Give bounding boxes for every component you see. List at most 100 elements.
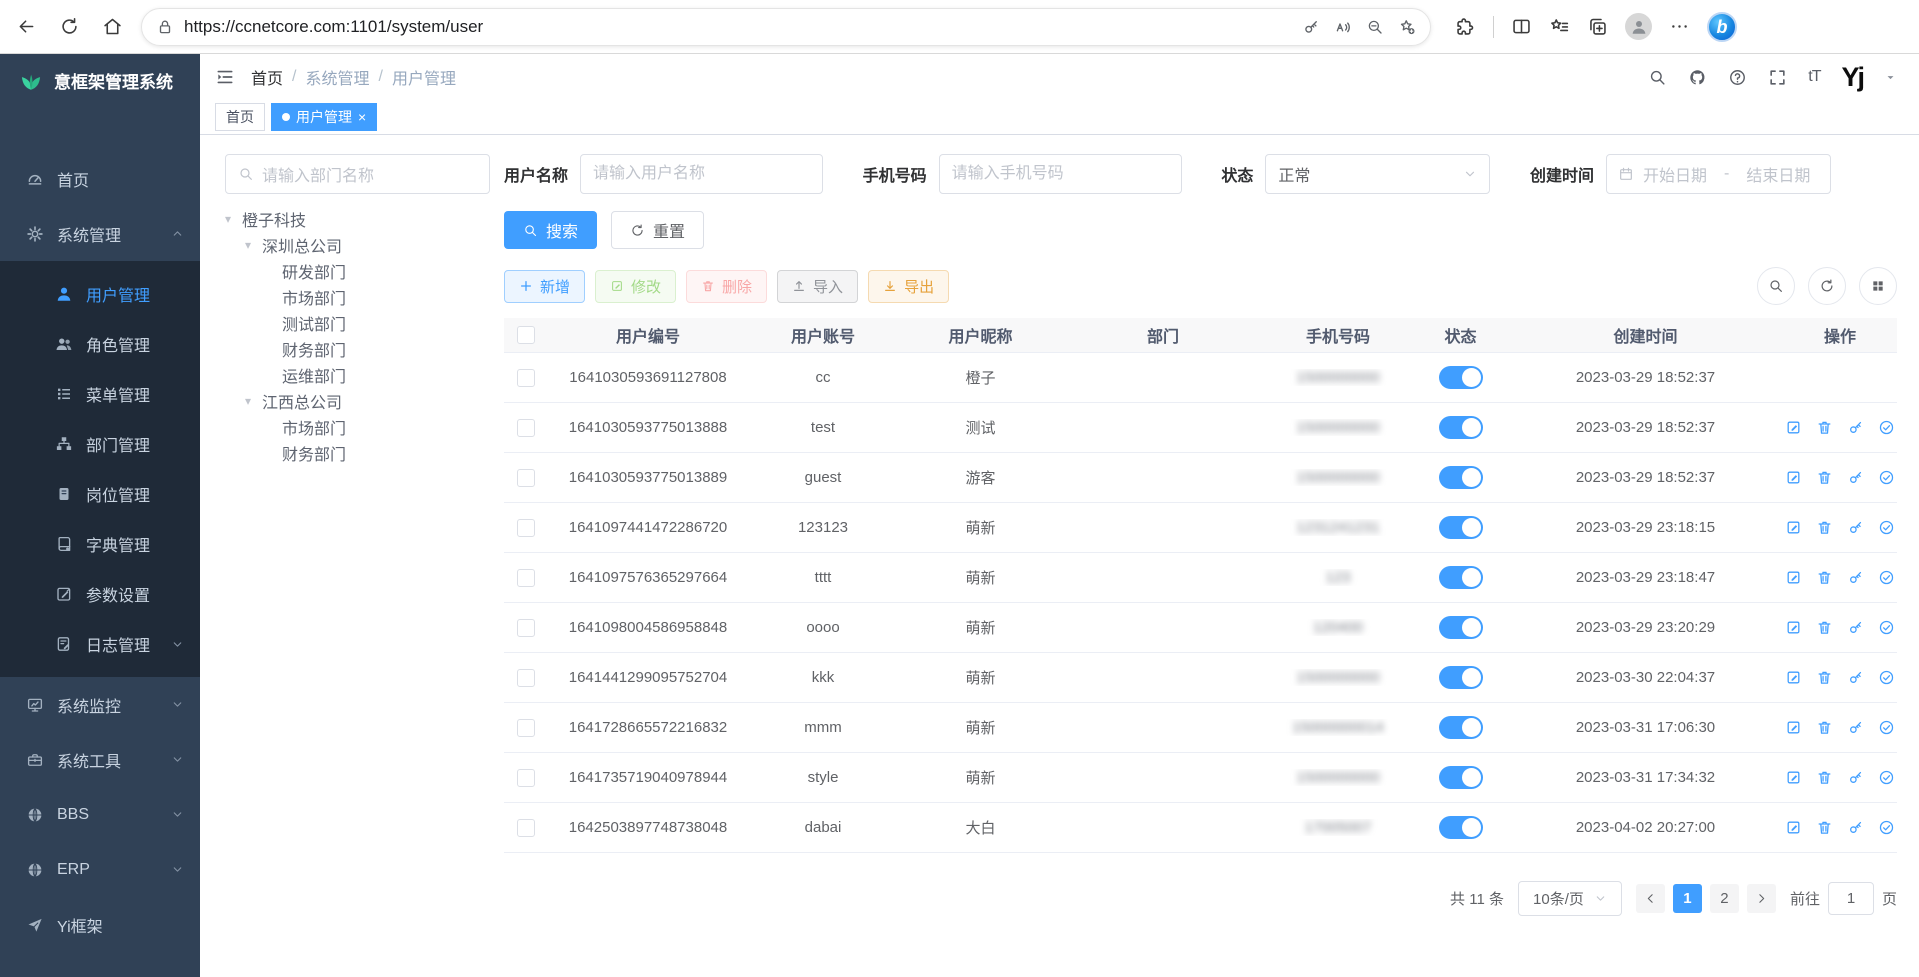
refresh-icon[interactable] (59, 16, 80, 37)
breadcrumb-item[interactable]: 系统管理 (305, 65, 369, 89)
tree-node[interactable]: 测试部门 (225, 310, 490, 336)
reset-password-icon[interactable] (1847, 419, 1864, 436)
favorites-icon[interactable] (1549, 16, 1570, 37)
next-page-button[interactable] (1747, 884, 1776, 913)
row-checkbox[interactable] (517, 419, 535, 437)
edit-row-icon[interactable] (1785, 769, 1802, 786)
bing-icon[interactable]: b (1707, 12, 1737, 42)
grid-view-circle-button[interactable] (1859, 267, 1897, 305)
home-icon[interactable] (102, 16, 123, 37)
row-checkbox[interactable] (517, 669, 535, 687)
row-checkbox[interactable] (517, 569, 535, 587)
user-avatar[interactable]: Yj (1841, 64, 1863, 91)
row-checkbox[interactable] (517, 769, 535, 787)
edit-row-icon[interactable] (1785, 569, 1802, 586)
status-toggle[interactable] (1439, 416, 1483, 439)
status-toggle[interactable] (1439, 466, 1483, 489)
reset-password-icon[interactable] (1847, 719, 1864, 736)
reset-password-icon[interactable] (1847, 619, 1864, 636)
delete-row-icon[interactable] (1816, 719, 1833, 736)
edit-row-icon[interactable] (1785, 419, 1802, 436)
delete-row-icon[interactable] (1816, 419, 1833, 436)
zoom-out-icon[interactable] (1366, 18, 1384, 36)
assign-role-icon[interactable] (1878, 669, 1895, 686)
export-button[interactable]: 导出 (868, 270, 949, 303)
tab-用户管理[interactable]: 用户管理× (271, 103, 377, 131)
tree-node[interactable]: 运维部门 (225, 362, 490, 388)
reset-password-icon[interactable] (1847, 669, 1864, 686)
tree-node[interactable]: 财务部门 (225, 336, 490, 362)
phone-input[interactable] (939, 154, 1182, 194)
edit-row-icon[interactable] (1785, 619, 1802, 636)
department-search-input[interactable]: 请输入部门名称 (225, 154, 490, 194)
profile-avatar[interactable] (1625, 13, 1652, 40)
sidebar-item-系统工具[interactable]: 系统工具 (0, 732, 200, 787)
assign-role-icon[interactable] (1878, 419, 1895, 436)
sidebar-item-系统监控[interactable]: 系统监控 (0, 677, 200, 732)
status-toggle[interactable] (1439, 516, 1483, 539)
edit-row-icon[interactable] (1785, 469, 1802, 486)
delete-row-icon[interactable] (1816, 619, 1833, 636)
sidebar-item-参数设置[interactable]: 参数设置 (0, 569, 200, 619)
assign-role-icon[interactable] (1878, 819, 1895, 836)
assign-role-icon[interactable] (1878, 769, 1895, 786)
tree-node[interactable]: 财务部门 (225, 440, 490, 466)
close-tab-icon[interactable]: × (358, 110, 366, 124)
assign-role-icon[interactable] (1878, 619, 1895, 636)
github-icon[interactable] (1688, 68, 1707, 87)
status-toggle[interactable] (1439, 366, 1483, 389)
extensions-icon[interactable] (1455, 16, 1476, 37)
delete-row-icon[interactable] (1816, 669, 1833, 686)
sidebar-item-系统管理[interactable]: 系统管理 (0, 206, 200, 261)
tree-node[interactable]: 市场部门 (225, 284, 490, 310)
reset-password-icon[interactable] (1847, 569, 1864, 586)
assign-role-icon[interactable] (1878, 719, 1895, 736)
reset-button[interactable]: 重置 (611, 211, 704, 249)
row-checkbox[interactable] (517, 719, 535, 737)
split-screen-icon[interactable] (1511, 16, 1532, 37)
fullscreen-icon[interactable] (1768, 68, 1787, 87)
add-button[interactable]: 新增 (504, 270, 585, 303)
tab-首页[interactable]: 首页 (215, 103, 265, 131)
refresh-circle-button[interactable] (1808, 267, 1846, 305)
sidebar-item-BBS[interactable]: BBS (0, 787, 200, 842)
menu-fold-icon[interactable] (215, 67, 235, 87)
row-checkbox[interactable] (517, 469, 535, 487)
sidebar-item-角色管理[interactable]: 角色管理 (0, 319, 200, 369)
assign-role-icon[interactable] (1878, 569, 1895, 586)
page-size-select[interactable]: 10条/页 (1518, 881, 1622, 916)
address-bar[interactable]: https://ccnetcore.com:1101/system/user (141, 8, 1431, 46)
status-toggle[interactable] (1439, 816, 1483, 839)
assign-role-icon[interactable] (1878, 469, 1895, 486)
edit-row-icon[interactable] (1785, 819, 1802, 836)
sidebar-item-菜单管理[interactable]: 菜单管理 (0, 369, 200, 419)
font-size-icon[interactable]: tT (1808, 68, 1820, 86)
status-toggle[interactable] (1439, 566, 1483, 589)
import-button[interactable]: 导入 (777, 270, 858, 303)
edit-row-icon[interactable] (1785, 719, 1802, 736)
more-icon[interactable] (1669, 16, 1690, 37)
status-toggle[interactable] (1439, 616, 1483, 639)
delete-row-icon[interactable] (1816, 519, 1833, 536)
key-icon[interactable] (1302, 18, 1320, 36)
status-toggle[interactable] (1439, 716, 1483, 739)
tree-node[interactable]: 研发部门 (225, 258, 490, 284)
reset-password-icon[interactable] (1847, 469, 1864, 486)
status-toggle[interactable] (1439, 766, 1483, 789)
create-time-range-picker[interactable]: 开始日期 - 结束日期 (1606, 154, 1831, 194)
status-toggle[interactable] (1439, 666, 1483, 689)
select-all-checkbox[interactable] (517, 326, 535, 344)
search-circle-button[interactable] (1757, 267, 1795, 305)
search-icon[interactable] (1648, 68, 1667, 87)
assign-role-icon[interactable] (1878, 519, 1895, 536)
caret-down-icon[interactable] (1884, 71, 1897, 84)
sidebar-item-ERP[interactable]: ERP (0, 842, 200, 897)
back-icon[interactable] (16, 16, 37, 37)
row-checkbox[interactable] (517, 619, 535, 637)
reset-password-icon[interactable] (1847, 769, 1864, 786)
sidebar-item-部门管理[interactable]: 部门管理 (0, 419, 200, 469)
tree-node[interactable]: ▾深圳总公司 (225, 232, 490, 258)
tree-node[interactable]: 市场部门 (225, 414, 490, 440)
delete-row-icon[interactable] (1816, 769, 1833, 786)
page-button-1[interactable]: 1 (1673, 884, 1702, 913)
